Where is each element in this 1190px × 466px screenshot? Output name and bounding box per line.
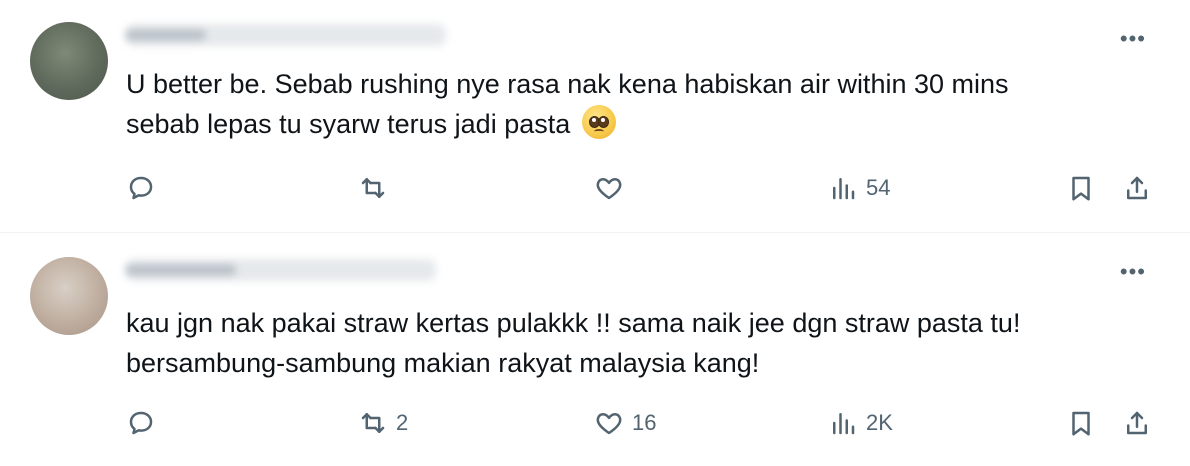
action-bar: 54 xyxy=(126,168,1160,208)
reply-icon xyxy=(129,411,153,435)
tweet-text: U better be. Sebab rushing nye rasa nak … xyxy=(126,69,1009,139)
reply-icon xyxy=(129,176,153,200)
heart-icon xyxy=(596,178,622,200)
share-button[interactable] xyxy=(1122,168,1152,208)
reply-button[interactable] xyxy=(126,168,164,208)
tweet[interactable]: ••• U better be. Sebab rushing nye rasa … xyxy=(0,0,1190,233)
blurred-display-name[interactable] xyxy=(126,30,206,40)
bookmark-button[interactable] xyxy=(1066,168,1096,208)
share-icon xyxy=(1127,411,1147,435)
like-count: 16 xyxy=(632,410,657,435)
views-chart-icon xyxy=(833,413,855,435)
like-button[interactable]: 16 xyxy=(594,403,656,443)
reply-button[interactable] xyxy=(126,403,164,443)
bookmark-icon xyxy=(1072,411,1090,436)
share-button[interactable] xyxy=(1122,403,1152,443)
views-count: 2K xyxy=(866,410,893,435)
views-chart-icon xyxy=(833,178,855,200)
blurred-display-name[interactable] xyxy=(126,265,236,275)
views-button[interactable]: 54 xyxy=(828,168,890,208)
avatar[interactable] xyxy=(30,257,108,335)
views-button[interactable]: 2K xyxy=(828,403,893,443)
views-count: 54 xyxy=(866,175,891,200)
pleading-face-emoji-icon xyxy=(581,105,616,139)
bookmark-button[interactable] xyxy=(1066,403,1096,443)
share-icon xyxy=(1127,176,1147,200)
bookmark-icon xyxy=(1072,176,1090,201)
retweet-button[interactable] xyxy=(358,168,396,208)
heart-icon xyxy=(596,413,622,435)
retweet-icon xyxy=(361,178,385,198)
action-bar: 2 16 2K xyxy=(126,403,1160,443)
retweet-button[interactable]: 2 xyxy=(358,403,408,443)
avatar[interactable] xyxy=(30,22,108,100)
tweet[interactable]: ••• kau jgn nak pakai straw kertas pulak… xyxy=(0,233,1190,466)
retweet-count: 2 xyxy=(396,410,409,435)
retweet-icon xyxy=(361,413,385,433)
more-options-icon[interactable]: ••• xyxy=(1120,28,1146,50)
like-button[interactable] xyxy=(594,168,632,208)
tweet-text: kau jgn nak pakai straw kertas pulakkk !… xyxy=(126,308,1021,378)
more-options-icon[interactable]: ••• xyxy=(1120,261,1146,283)
